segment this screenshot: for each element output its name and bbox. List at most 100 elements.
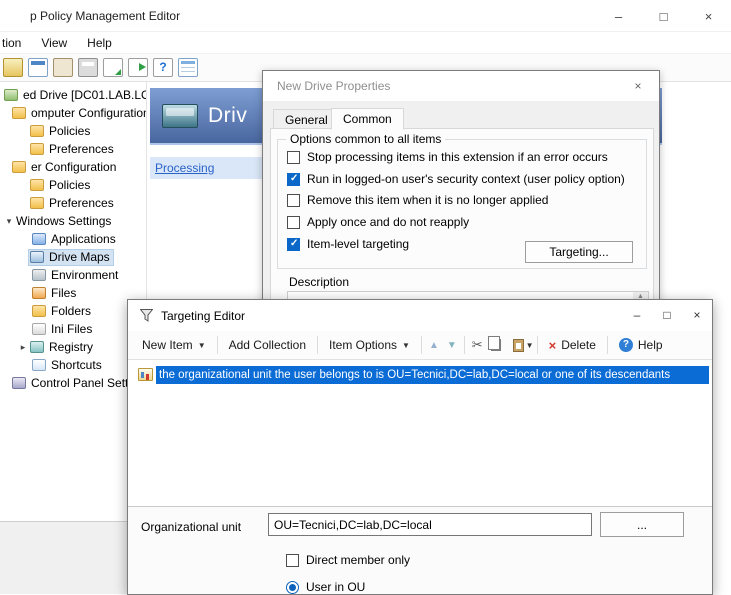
copy-icon[interactable]: [491, 339, 501, 351]
clipboard-icon[interactable]: [53, 58, 73, 77]
tree-toggle-icon[interactable]: [28, 58, 48, 77]
tree-item-windows-settings[interactable]: ▾Windows Settings: [0, 212, 146, 230]
organizational-unit-input[interactable]: [268, 513, 592, 536]
tree-item-policies-computer[interactable]: Policies: [0, 122, 146, 140]
drive-dialog-close-icon[interactable]: ×: [623, 71, 653, 101]
chevron-down-icon[interactable]: ▾: [2, 216, 16, 227]
separator: [607, 336, 608, 354]
tree-item-policies-user[interactable]: Policies: [0, 176, 146, 194]
print-icon[interactable]: [78, 58, 98, 77]
files-icon: [32, 287, 46, 299]
minimize-button[interactable]: –: [622, 300, 652, 330]
tree-item-files[interactable]: Files: [0, 284, 146, 302]
drive-dialog-titlebar: New Drive Properties ×: [263, 71, 659, 101]
tree-item-user-configuration[interactable]: er Configuration: [0, 158, 146, 176]
targeting-titlebar: Targeting Editor – □ ×: [128, 300, 712, 331]
organizational-unit-label: Organizational unit: [141, 520, 241, 534]
chevron-down-icon: ▼: [198, 341, 206, 350]
checkbox[interactable]: [287, 173, 300, 186]
separator: [317, 336, 318, 354]
direct-member-checkbox[interactable]: [286, 554, 299, 567]
move-up-icon[interactable]: ▲: [425, 340, 443, 351]
folder-icon: [30, 125, 44, 137]
refresh-icon[interactable]: [103, 58, 123, 77]
maximize-button[interactable]: □: [652, 300, 682, 330]
close-button[interactable]: ×: [686, 0, 731, 32]
tree-item-gpo-root[interactable]: ed Drive [DC01.LAB.LOCA: [0, 86, 146, 104]
tab-common[interactable]: Common: [331, 108, 404, 130]
targeting-item-row[interactable]: the organizational unit the user belongs…: [128, 365, 712, 384]
description-label: Description: [289, 275, 349, 289]
environment-icon: [32, 269, 46, 281]
option-stop-processing: Stop processing items in this extension …: [287, 149, 608, 165]
tree-item-shortcuts[interactable]: Shortcuts: [0, 356, 146, 374]
menu-help[interactable]: Help: [77, 36, 122, 50]
help-button[interactable]: ?Help: [611, 335, 671, 355]
option-run-user-context: Run in logged-on user's security context…: [287, 171, 625, 187]
cut-icon[interactable]: ✂: [468, 337, 487, 353]
add-collection-button[interactable]: Add Collection: [221, 335, 314, 355]
menu-action[interactable]: tion: [0, 36, 31, 50]
console-tree-panel: ed Drive [DC01.LAB.LOCA omputer Configur…: [0, 82, 147, 521]
drive-dialog-title: New Drive Properties: [277, 79, 390, 93]
separator: [217, 336, 218, 354]
maximize-button[interactable]: □: [641, 0, 686, 32]
groupbox-label: Options common to all items: [286, 132, 445, 146]
selected-targeting-item[interactable]: the organizational unit the user belongs…: [156, 366, 709, 384]
folder-icon: [30, 143, 44, 155]
list-view-icon[interactable]: [178, 58, 198, 77]
export-list-icon[interactable]: [128, 58, 148, 77]
user-in-ou-radio[interactable]: [286, 581, 299, 594]
folder-icon: [12, 161, 26, 173]
paste-dropdown-icon[interactable]: ▼: [526, 341, 534, 350]
tree-item-ini-files[interactable]: Ini Files: [0, 320, 146, 338]
close-button[interactable]: ×: [682, 300, 712, 330]
tab-general[interactable]: General: [273, 109, 340, 129]
checkbox[interactable]: [287, 238, 300, 251]
funnel-icon: [140, 309, 153, 322]
organizational-unit-item-icon: [138, 368, 153, 381]
console-icon: [4, 89, 18, 101]
targeting-button[interactable]: Targeting...: [525, 241, 633, 263]
tree-item-computer-configuration[interactable]: omputer Configuration: [0, 104, 146, 122]
tree-item-folders[interactable]: Folders: [0, 302, 146, 320]
checkbox[interactable]: [287, 151, 300, 164]
item-options-button[interactable]: Item Options▼: [321, 335, 418, 355]
chevron-right-icon[interactable]: ▸: [16, 342, 30, 353]
tree-item-environment[interactable]: Environment: [0, 266, 146, 284]
menu-view[interactable]: View: [31, 36, 77, 50]
minimize-button[interactable]: –: [596, 0, 641, 32]
tree-item-preferences-computer[interactable]: Preferences: [0, 140, 146, 158]
targeting-window-controls: – □ ×: [622, 300, 712, 331]
new-item-button[interactable]: New Item▼: [134, 335, 214, 355]
option-item-level-targeting: Item-level targeting: [287, 236, 409, 252]
tree-item-preferences-user[interactable]: Preferences: [0, 194, 146, 212]
option-remove-when-not-applied: Remove this item when it is no longer ap…: [287, 192, 548, 208]
tree-selection: Drive Maps: [28, 249, 114, 266]
tree-item-applications[interactable]: Applications: [0, 230, 146, 248]
help-icon[interactable]: ?: [153, 58, 173, 77]
window-bottom-strip: [0, 521, 147, 594]
ini-files-icon: [32, 323, 46, 335]
console-icon[interactable]: [3, 58, 23, 77]
checkbox[interactable]: [287, 216, 300, 229]
help-icon: ?: [619, 338, 633, 352]
targeting-dialog-title: Targeting Editor: [161, 309, 245, 323]
tree-item-registry[interactable]: ▸Registry: [0, 338, 146, 356]
processing-link[interactable]: Processing: [155, 161, 214, 175]
tree-item-drive-maps[interactable]: Drive Maps: [0, 248, 146, 266]
direct-member-row: Direct member only: [286, 553, 410, 567]
tree-item-control-panel-settings[interactable]: Control Panel Sett: [0, 374, 146, 392]
window-title: p Policy Management Editor: [30, 9, 180, 23]
applications-icon: [32, 233, 46, 245]
window-titlebar: p Policy Management Editor – □ ×: [0, 0, 731, 32]
browse-button[interactable]: ...: [600, 512, 684, 537]
pane-title: Driv: [208, 104, 247, 128]
folders-icon: [32, 305, 46, 317]
delete-button[interactable]: ×Delete: [541, 335, 604, 356]
checkbox[interactable]: [287, 194, 300, 207]
move-down-icon[interactable]: ▼: [443, 340, 461, 351]
menu-bar: tion View Help: [0, 32, 731, 54]
paste-icon[interactable]: [513, 339, 524, 352]
separator: [464, 336, 465, 354]
